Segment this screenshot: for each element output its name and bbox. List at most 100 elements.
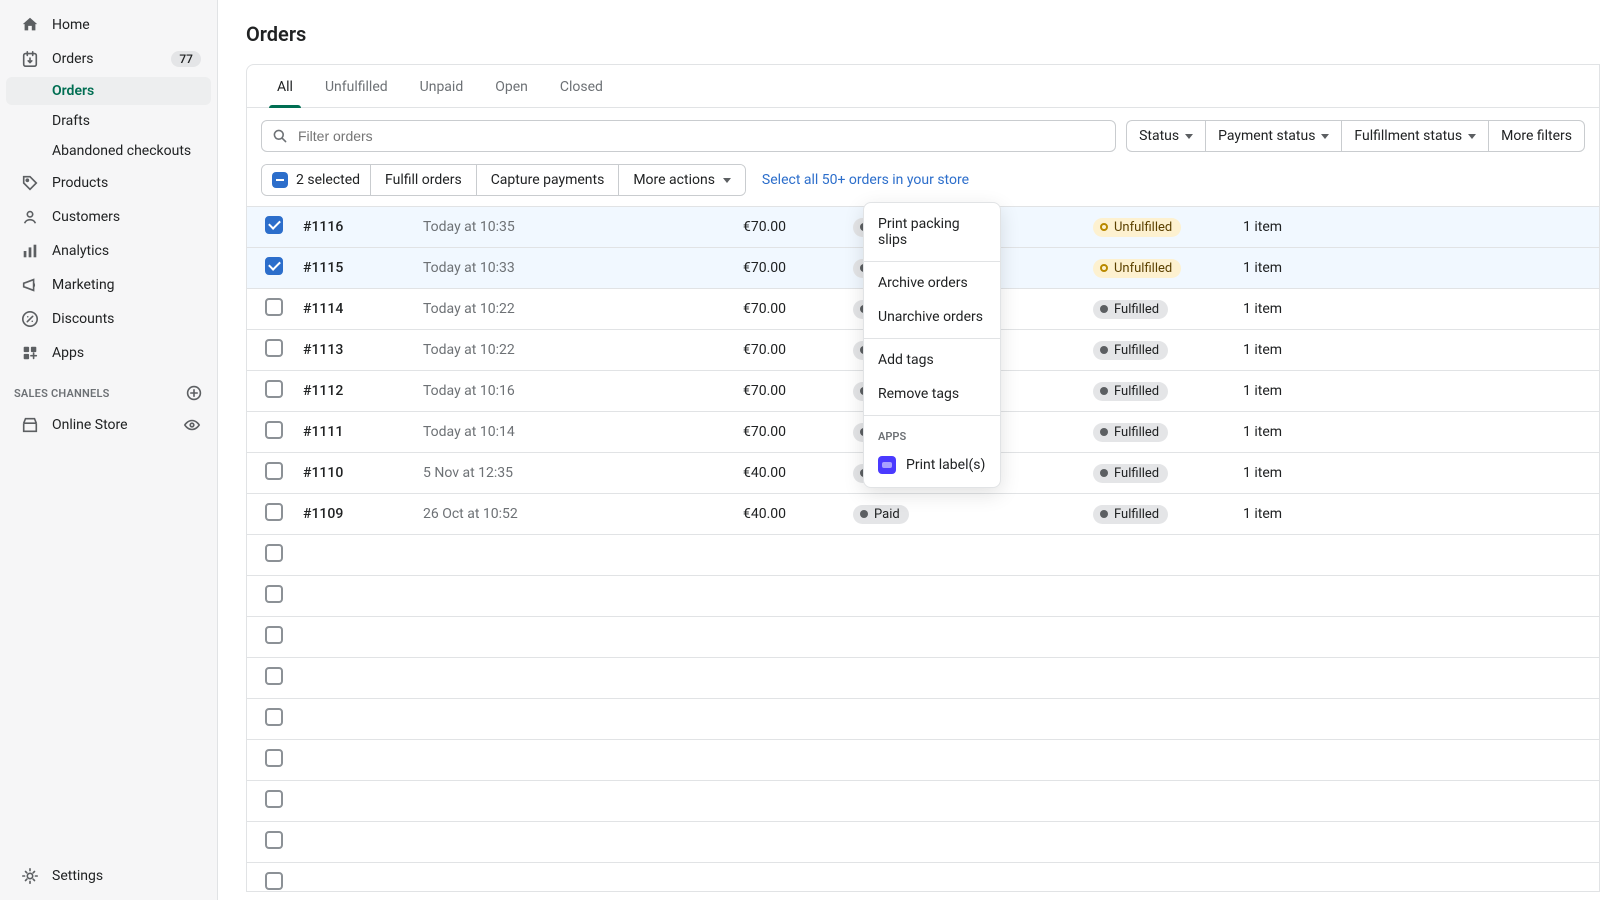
search-input-wrap[interactable]	[261, 120, 1116, 152]
bulk-select-toggle[interactable]: 2 selected	[262, 165, 371, 195]
bulk-capture-button[interactable]: Capture payments	[477, 165, 620, 195]
main-content: Orders All Unfulfilled Unpaid Open Close…	[218, 0, 1600, 900]
dd-app-print-labels[interactable]: Print label(s)	[864, 447, 1000, 483]
sidebar-item-apps[interactable]: Apps	[6, 337, 211, 369]
tab-unpaid[interactable]: Unpaid	[404, 65, 480, 107]
sidebar-item-marketing[interactable]: Marketing	[6, 269, 211, 301]
row-checkbox[interactable]	[265, 257, 283, 275]
sidebar-item-discounts[interactable]: Discounts	[6, 303, 211, 335]
row-checkbox[interactable]	[265, 298, 283, 316]
row-checkbox[interactable]	[265, 544, 283, 562]
dropdown-separator	[864, 338, 1000, 339]
order-total: €40.00	[743, 506, 786, 522]
sidebar-item-label: Analytics	[52, 243, 201, 259]
table-row	[247, 781, 1599, 822]
dd-archive-orders[interactable]: Archive orders	[864, 266, 1000, 300]
table-row[interactable]: #1109 26 Oct at 10:52 €40.00 Paid Fulfil…	[247, 494, 1599, 535]
chevron-down-icon	[1321, 134, 1329, 139]
sidebar-item-label: Products	[52, 175, 201, 191]
order-items-count: 1 item	[1243, 260, 1282, 276]
row-checkbox[interactable]	[265, 380, 283, 398]
bulk-action-bar: 2 selected Fulfill orders Capture paymen…	[247, 164, 1599, 206]
orders-card: All Unfulfilled Unpaid Open Closed Statu…	[246, 64, 1600, 892]
tab-open[interactable]: Open	[479, 65, 544, 107]
tab-closed[interactable]: Closed	[544, 65, 619, 107]
order-id: #1112	[303, 383, 343, 399]
dot-icon	[1100, 305, 1108, 313]
order-total: €70.00	[743, 219, 786, 235]
dd-unarchive-orders[interactable]: Unarchive orders	[864, 300, 1000, 334]
order-id: #1113	[303, 342, 343, 358]
row-checkbox[interactable]	[265, 831, 283, 849]
sidebar-item-label: Settings	[52, 868, 201, 884]
table-row	[247, 617, 1599, 658]
order-total: €70.00	[743, 342, 786, 358]
order-date: Today at 10:22	[423, 342, 515, 358]
sidebar-item-online-store[interactable]: Online Store	[6, 409, 211, 441]
sidebar-item-label: Home	[52, 17, 201, 33]
row-checkbox[interactable]	[265, 462, 283, 480]
home-icon	[20, 15, 40, 35]
order-id: #1116	[303, 219, 343, 235]
row-checkbox[interactable]	[265, 790, 283, 808]
sidebar-item-home[interactable]: Home	[6, 9, 211, 41]
row-checkbox[interactable]	[265, 749, 283, 767]
sidebar-subitem-orders[interactable]: Orders	[6, 77, 211, 105]
order-items-count: 1 item	[1243, 219, 1282, 235]
sidebar-item-customers[interactable]: Customers	[6, 201, 211, 233]
filter-status[interactable]: Status	[1126, 120, 1205, 152]
tab-label: Closed	[560, 79, 603, 95]
bulk-selected-count: 2 selected	[296, 172, 360, 188]
order-id: #1111	[303, 424, 343, 440]
tab-all[interactable]: All	[261, 65, 309, 107]
row-checkbox[interactable]	[265, 667, 283, 685]
row-checkbox[interactable]	[265, 585, 283, 603]
indeterminate-checkbox-icon	[272, 172, 288, 188]
section-header-label: SALES CHANNELS	[14, 387, 110, 400]
table-row	[247, 863, 1599, 892]
dot-icon	[860, 510, 868, 518]
sidebar-item-label: Abandoned checkouts	[52, 143, 191, 159]
bulk-more-actions-button[interactable]: More actions	[619, 165, 745, 195]
add-channel-button[interactable]	[185, 384, 203, 402]
order-date: Today at 10:14	[423, 424, 515, 440]
row-checkbox[interactable]	[265, 421, 283, 439]
discount-icon	[20, 309, 40, 329]
row-checkbox[interactable]	[265, 872, 283, 890]
sidebar-item-products[interactable]: Products	[6, 167, 211, 199]
settings-icon	[20, 866, 40, 886]
filter-payment-status[interactable]: Payment status	[1205, 120, 1341, 152]
order-id: #1110	[303, 465, 343, 481]
dd-remove-tags[interactable]: Remove tags	[864, 377, 1000, 411]
order-total: €40.00	[743, 465, 786, 481]
dd-print-packing-slips[interactable]: Print packing slips	[864, 207, 1000, 257]
sidebar-item-orders[interactable]: Orders 77	[6, 43, 211, 75]
dot-icon	[1100, 510, 1108, 518]
sidebar-subitem-abandoned[interactable]: Abandoned checkouts	[6, 137, 211, 165]
sidebar-item-label: Apps	[52, 345, 201, 361]
row-checkbox[interactable]	[265, 626, 283, 644]
bulk-fulfill-button[interactable]: Fulfill orders	[371, 165, 477, 195]
filter-more[interactable]: More filters	[1488, 120, 1585, 152]
sidebar-item-analytics[interactable]: Analytics	[6, 235, 211, 267]
row-checkbox[interactable]	[265, 339, 283, 357]
filter-label: More filters	[1501, 128, 1572, 144]
dot-icon	[1100, 428, 1108, 436]
sidebar-subitem-drafts[interactable]: Drafts	[6, 107, 211, 135]
filter-fulfillment-status[interactable]: Fulfillment status	[1341, 120, 1488, 152]
order-total: €70.00	[743, 260, 786, 276]
filter-label: Payment status	[1218, 128, 1315, 144]
sidebar-item-settings[interactable]: Settings	[6, 860, 211, 892]
view-store-icon[interactable]	[183, 416, 201, 434]
select-all-link[interactable]: Select all 50+ orders in your store	[762, 172, 969, 188]
row-checkbox[interactable]	[265, 708, 283, 726]
row-checkbox[interactable]	[265, 216, 283, 234]
dd-add-tags[interactable]: Add tags	[864, 343, 1000, 377]
dot-icon	[1100, 264, 1108, 272]
search-input[interactable]	[296, 127, 1105, 145]
sidebar: Home Orders 77 Orders Drafts Abandoned c…	[0, 0, 218, 900]
row-checkbox[interactable]	[265, 503, 283, 521]
chevron-down-icon	[723, 178, 731, 183]
tab-unfulfilled[interactable]: Unfulfilled	[309, 65, 404, 107]
table-row	[247, 740, 1599, 781]
